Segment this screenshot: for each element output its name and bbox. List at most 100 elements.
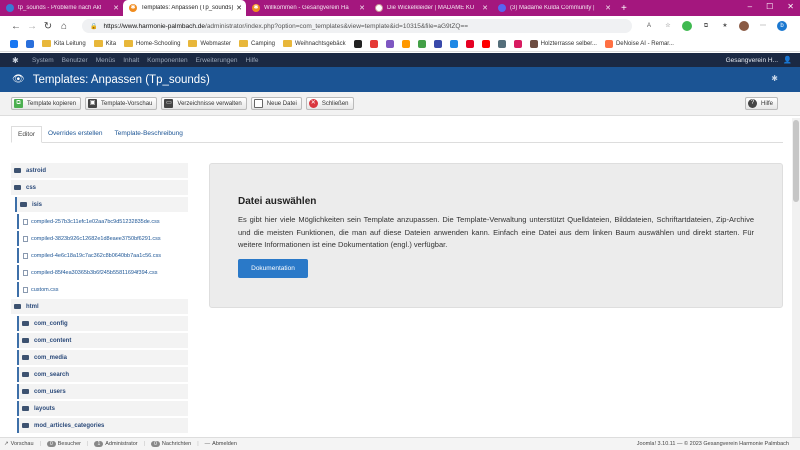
maximize-icon[interactable]: ☐	[766, 2, 773, 11]
youtube-bookmark-icon[interactable]	[481, 39, 490, 48]
favorites-icon[interactable]: ★	[720, 21, 730, 31]
new-tab-button[interactable]: +	[621, 3, 627, 14]
help-button[interactable]: ? Hilfe	[744, 97, 778, 110]
profile-avatar-icon[interactable]	[739, 21, 749, 31]
documentation-button[interactable]: Dokumentation	[238, 258, 308, 278]
page-header: 👁 Templates: Anpassen (Tp_sounds) ✱	[0, 67, 800, 92]
copy-template-button[interactable]: ⧉ Template kopieren	[11, 97, 82, 110]
folder-icon	[14, 304, 21, 309]
close-tab-icon[interactable]: ✕	[236, 4, 242, 12]
close-tab-icon[interactable]: ✕	[113, 4, 119, 12]
tab-overrides[interactable]: Overrides erstellen	[42, 125, 109, 142]
folder-icon	[22, 389, 29, 394]
bookmark-folder[interactable]: Home-Schooling	[124, 40, 180, 47]
tree-folder[interactable]: layouts	[17, 401, 188, 416]
forward-icon[interactable]: →	[24, 21, 40, 32]
bookmark-icon[interactable]	[369, 39, 378, 48]
collections-icon[interactable]: ⧉	[701, 21, 711, 31]
bookmark-icon[interactable]	[449, 39, 458, 48]
bookmark-folder[interactable]: Kita	[93, 40, 116, 47]
bookmark-icon[interactable]	[401, 39, 410, 48]
menu-item-help[interactable]: Hilfe	[246, 57, 259, 64]
bookmark-folder[interactable]: Camping	[238, 40, 275, 47]
user-menu-icon[interactable]: 👤	[783, 56, 792, 64]
close-tab-icon[interactable]: ✕	[359, 4, 365, 12]
menu-item-users[interactable]: Benutzer	[62, 57, 88, 64]
file-icon	[253, 99, 263, 108]
minimize-icon[interactable]: –	[748, 2, 752, 11]
close-tab-icon[interactable]: ✕	[482, 4, 488, 12]
tree-folder[interactable]: com_media	[17, 350, 188, 365]
close-button[interactable]: ✕ Schließen	[305, 97, 354, 110]
menu-item-content[interactable]: Inhalt	[123, 57, 139, 64]
joomla-logo-icon[interactable]: ✱	[12, 56, 24, 65]
preview-link[interactable]: ↗ Vorschau	[4, 441, 34, 447]
more-menu-icon[interactable]: ⋯	[758, 21, 768, 31]
tab-editor[interactable]: Editor	[11, 126, 42, 143]
tree-file[interactable]: compiled-85f4ea30365b3b6f245b55811694f39…	[17, 265, 188, 280]
eye-icon: 👁	[12, 74, 25, 85]
bookmark-icon[interactable]	[26, 39, 34, 48]
tree-folder-astroid[interactable]: astroid	[11, 163, 188, 178]
messages-link[interactable]: 0 Nachrichten	[151, 441, 191, 447]
tree-folder[interactable]: com_users	[17, 384, 188, 399]
tree-file[interactable]: compiled-257b3c11efc1e02aa7bc9d51232835d…	[17, 214, 188, 229]
menu-item-extensions[interactable]: Erweiterungen	[196, 57, 238, 64]
bookmark-icon[interactable]	[433, 39, 442, 48]
reload-icon[interactable]: ↻	[40, 21, 56, 32]
folder-icon	[14, 168, 21, 173]
folder-icon	[22, 423, 29, 428]
tree-file[interactable]: compiled-3823b926c12682e1d8eaee3750bf629…	[17, 231, 188, 246]
bing-icon[interactable]: b	[777, 21, 787, 31]
tree-folder-css[interactable]: css	[11, 180, 188, 195]
browser-tab-active[interactable]: ✱ Templates: Anpassen (Tp_sounds) ✕	[123, 0, 246, 16]
tree-file[interactable]: compiled-4e6c18a19c7ac362c8b0640bb7aa1c5…	[17, 248, 188, 263]
manage-folders-button[interactable]: ▭ Verzeichnisse verwalten	[161, 97, 247, 110]
tree-folder[interactable]: com_content	[17, 333, 188, 348]
bookmark-icon[interactable]	[385, 39, 394, 48]
amazon-bookmark-icon[interactable]	[353, 39, 362, 48]
extension-icon[interactable]	[682, 21, 692, 31]
bookmark-icon[interactable]	[497, 39, 506, 48]
menu-item-menus[interactable]: Menüs	[96, 57, 116, 64]
read-aloud-icon[interactable]: A	[644, 21, 654, 31]
page-scrollbar[interactable]	[792, 118, 800, 438]
logout-link[interactable]: — Abmelden	[205, 441, 237, 447]
browser-tab[interactable]: Die Wickelkleider | MADAME KU ✕	[369, 0, 492, 16]
site-name-link[interactable]: Gesangverein H...	[726, 57, 778, 64]
tree-folder-html[interactable]: html	[11, 299, 188, 314]
menu-item-system[interactable]: System	[32, 57, 54, 64]
tree-folder[interactable]: com_search	[17, 367, 188, 382]
bookmark-link[interactable]: Holzterrasse selber...	[529, 39, 597, 48]
template-preview-button[interactable]: ▣ Template-Vorschau	[85, 97, 158, 110]
close-window-icon[interactable]: ✕	[787, 2, 794, 11]
browser-tab[interactable]: ✱ Willkommen - Gesangverein Ha ✕	[246, 0, 369, 16]
home-icon[interactable]: ⌂	[56, 21, 72, 32]
scrollbar-thumb[interactable]	[793, 120, 799, 202]
tab-template-description[interactable]: Template-Beschreibung	[109, 125, 189, 142]
favorite-star-icon[interactable]: ☆	[663, 21, 673, 31]
tree-folder[interactable]: mod_articles_categories	[17, 418, 188, 433]
back-icon[interactable]: ←	[8, 21, 24, 32]
tree-folder[interactable]: com_config	[17, 316, 188, 331]
bookmark-folder[interactable]: Kita Leitung	[42, 40, 86, 47]
bookmark-link[interactable]: DeNoise AI - Remar...	[604, 39, 674, 48]
bookmark-icon[interactable]	[513, 39, 522, 48]
new-file-button[interactable]: Neue Datei	[250, 97, 302, 110]
folder-icon	[14, 185, 21, 190]
url-field[interactable]: 🔒 https://www.harmonie-palmbach.de /admi…	[82, 19, 632, 33]
close-tab-icon[interactable]: ✕	[605, 4, 611, 12]
facebook-bookmark-icon[interactable]	[10, 39, 18, 48]
file-tree: astroid css isis compiled-257b3c11efc1e0…	[11, 163, 188, 446]
pinterest-bookmark-icon[interactable]	[465, 39, 474, 48]
tree-file[interactable]: custom.css	[17, 282, 188, 297]
browser-tab[interactable]: (3) Madame Kulda Community | ✕	[492, 0, 615, 16]
bookmark-folder[interactable]: Webmaster	[188, 40, 231, 47]
bookmark-folder[interactable]: Weihnachtsgebäck	[283, 40, 346, 47]
browser-tab[interactable]: tp_sounds - Probleme nach Akt ✕	[0, 0, 123, 16]
divider: |	[143, 441, 146, 447]
url-path: /administrator/index.php?option=com_temp…	[205, 22, 469, 30]
bookmark-icon[interactable]	[417, 39, 426, 48]
menu-item-components[interactable]: Komponenten	[147, 57, 187, 64]
tree-folder-isis[interactable]: isis	[15, 197, 188, 212]
